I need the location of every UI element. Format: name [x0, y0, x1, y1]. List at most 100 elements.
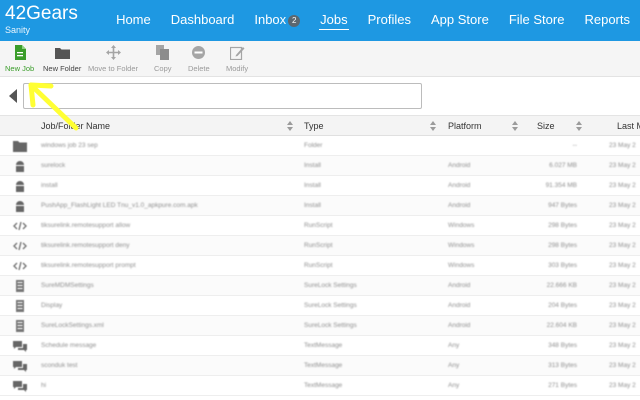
cell-size: 91.354 MB: [545, 182, 577, 189]
cell-platform: Any: [448, 362, 460, 369]
jobs-table-body: windows job 23 sep Folder -- 23 May 2 su…: [0, 136, 640, 400]
cell-last-modified: 23 May 2: [609, 242, 636, 249]
column-header-last-modified[interactable]: Last M: [617, 116, 640, 136]
back-arrow-icon[interactable]: [9, 89, 17, 103]
table-row[interactable]: Display SureLock Settings Android 204 By…: [0, 296, 640, 316]
table-row[interactable]: sconduk test TextMessage Any 313 Bytes 2…: [0, 356, 640, 376]
cell-last-modified: 23 May 2: [609, 322, 636, 329]
sort-icon[interactable]: [287, 121, 293, 131]
cell-last-modified: 23 May 2: [609, 302, 636, 309]
cell-platform: Android: [448, 202, 471, 209]
nav-jobs[interactable]: Jobs: [319, 12, 349, 30]
cell-name: Schedule message: [41, 342, 97, 349]
cell-size: 947 Bytes: [548, 202, 577, 209]
new-job-button[interactable]: New Job: [5, 45, 34, 73]
cell-platform: Android: [448, 322, 471, 329]
cell-name: tiksurelink.remotesupport prompt: [41, 262, 136, 269]
cell-type: RunScript: [304, 222, 333, 229]
table-row[interactable]: hi TextMessage Any 271 Bytes 23 May 2: [0, 376, 640, 396]
folder-icon: [54, 48, 70, 59]
table-row[interactable]: windows job 23 sep Folder -- 23 May 2: [0, 136, 640, 156]
cell-name: windows job 23 sep: [41, 142, 98, 149]
cell-last-modified: 23 May 2: [609, 182, 636, 189]
cell-type: Folder: [304, 142, 323, 149]
brand-subtitle: Sanity: [5, 25, 31, 35]
sort-icon[interactable]: [430, 121, 436, 131]
cell-size: 204 Bytes: [548, 302, 577, 309]
nav-file-store[interactable]: File Store: [508, 12, 566, 29]
cell-size: 271 Bytes: [548, 382, 577, 389]
move-icon: [105, 45, 121, 60]
table-row[interactable]: tiksurelink.remotesupport allow RunScrip…: [0, 216, 640, 236]
nav-reports[interactable]: Reports: [583, 12, 631, 29]
brand[interactable]: 42Gears Sanity: [5, 3, 78, 36]
column-header-name[interactable]: Job/Folder Name: [41, 116, 110, 136]
nav-app-store[interactable]: App Store: [430, 12, 490, 29]
main-nav: Home Dashboard Inbox 2 Jobs Profiles App …: [106, 0, 640, 41]
delete-icon: [192, 46, 206, 59]
new-folder-button[interactable]: New Folder: [43, 45, 81, 73]
cell-platform: Android: [448, 182, 471, 189]
new-job-icon: [14, 45, 26, 60]
table-row[interactable]: surelock Install Android 6.027 MB 23 May…: [0, 156, 640, 176]
inbox-count-badge: 2: [288, 15, 301, 27]
copy-button[interactable]: Copy: [154, 45, 172, 73]
nav-inbox-label: Inbox: [254, 12, 287, 27]
nav-home[interactable]: Home: [115, 12, 152, 29]
cell-last-modified: 23 May 2: [609, 282, 636, 289]
cell-platform: Android: [448, 302, 471, 309]
sort-icon[interactable]: [512, 121, 518, 131]
cell-size: 298 Bytes: [548, 222, 577, 229]
cell-name: install: [41, 182, 58, 189]
delete-label: Delete: [188, 64, 210, 73]
column-header-type[interactable]: Type: [304, 116, 324, 136]
table-row[interactable]: tiksurelink.remotesupport prompt RunScri…: [0, 256, 640, 276]
nav-inbox[interactable]: Inbox 2: [253, 12, 301, 29]
column-header-size[interactable]: Size: [537, 116, 555, 136]
cell-size: 298 Bytes: [548, 242, 577, 249]
cell-size: --: [572, 142, 577, 149]
table-row[interactable]: PushApp_FlashLight LED Tnu_v1.0_apkpure.…: [0, 196, 640, 216]
android-icon: [16, 181, 24, 192]
jobs-toolbar: New Job New Folder Move to Folder Copy D…: [0, 41, 640, 77]
table-row[interactable]: tiksurelink.remotesupport deny RunScript…: [0, 236, 640, 256]
table-row[interactable]: install Install Android 91.354 MB 23 May…: [0, 176, 640, 196]
cell-last-modified: 23 May 2: [609, 362, 636, 369]
cell-type: Install: [304, 182, 321, 189]
cell-platform: Any: [448, 342, 460, 349]
folder-path-bar: [0, 77, 640, 115]
cell-type: Install: [304, 162, 321, 169]
cell-name: sconduk test: [41, 362, 78, 369]
cell-name: SureLockSettings.xml: [41, 322, 104, 329]
cell-type: Install: [304, 202, 321, 209]
settings-doc-icon: [16, 280, 24, 292]
cell-platform: Android: [448, 162, 471, 169]
copy-label: Copy: [154, 64, 172, 73]
cell-size: 348 Bytes: [548, 342, 577, 349]
jobs-page: 42Gears Sanity Home Dashboard Inbox 2 Job…: [0, 0, 640, 400]
cell-name: Display: [41, 302, 63, 309]
table-row[interactable]: Schedule message TextMessage Any 348 Byt…: [0, 336, 640, 356]
cell-type: SureLock Settings: [304, 302, 357, 309]
cell-type: TextMessage: [304, 382, 343, 389]
cell-platform: [448, 136, 518, 156]
table-row[interactable]: SureLockSettings.xml SureLock Settings A…: [0, 316, 640, 336]
folder-path-input[interactable]: [23, 83, 422, 109]
jobs-table-header: Job/Folder Name Type Platform Size Last …: [0, 115, 640, 136]
cell-last-modified: 23 May 2: [609, 382, 636, 389]
modify-label: Modify: [226, 64, 249, 73]
cell-name: tiksurelink.remotesupport deny: [41, 242, 130, 249]
cell-last-modified: 23 May 2: [609, 222, 636, 229]
cell-name: SureMDMSettings: [41, 282, 94, 289]
nav-dashboard[interactable]: Dashboard: [170, 12, 236, 29]
sort-icon[interactable]: [576, 121, 582, 131]
nav-profiles[interactable]: Profiles: [367, 12, 412, 29]
table-row[interactable]: SureMDMSettings SureLock Settings Androi…: [0, 276, 640, 296]
move-to-folder-button[interactable]: Move to Folder: [88, 45, 138, 73]
modify-button[interactable]: Modify: [226, 45, 248, 73]
column-header-platform[interactable]: Platform: [448, 116, 482, 136]
delete-button[interactable]: Delete: [188, 45, 210, 73]
cell-type: RunScript: [304, 242, 333, 249]
cell-platform: Windows: [448, 222, 475, 229]
cell-last-modified: 23 May 2: [609, 162, 636, 169]
